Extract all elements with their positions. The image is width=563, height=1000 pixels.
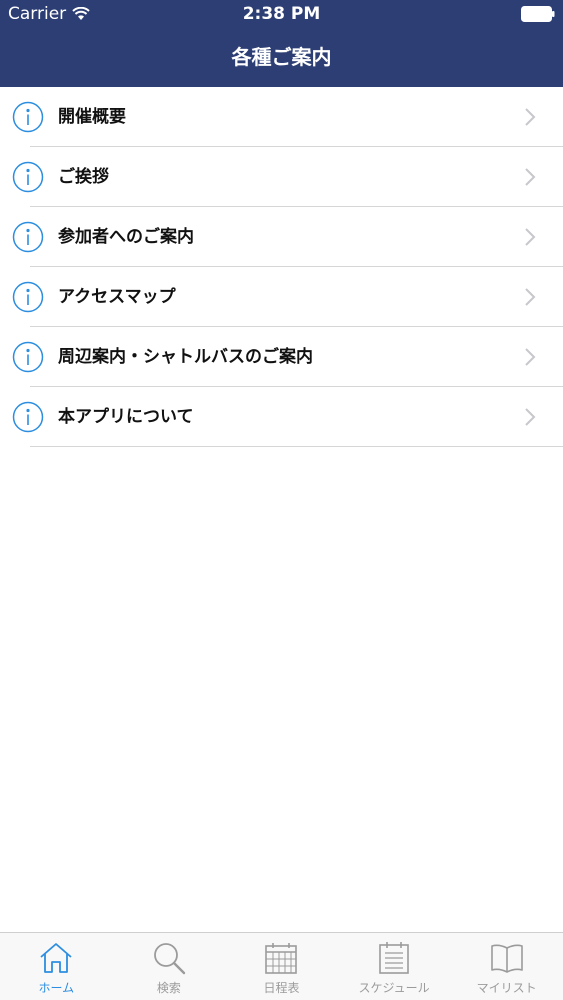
tab-label: マイリスト [476,981,537,995]
status-time: 2:38 PM [242,4,321,24]
chevron-right-icon [525,108,536,126]
schedule-icon [379,942,409,974]
chevron-right-icon [525,348,536,366]
info-icon [12,281,44,313]
menu-item-label: ご挨拶 [58,167,109,187]
chevron-right-icon [525,168,536,186]
chevron-right-icon [525,288,536,306]
chevron-right-icon [525,228,536,246]
info-icon [12,341,44,373]
tab-schedule[interactable]: スケジュール [338,933,451,1000]
tab-label: 日程表 [263,981,300,995]
tab-label: ホーム [38,981,75,995]
app-header: Carrier 2:38 PM 各種ご案内 [0,0,563,87]
search-icon [153,943,186,975]
info-menu-list: 開催概要 ご挨拶 参加者へのご案内 アクセスマップ 周辺案内・シャトルバスのご案… [0,87,563,447]
book-icon [490,944,523,973]
status-bar: Carrier 2:38 PM [0,0,563,30]
menu-item-label: 開催概要 [58,107,126,127]
home-icon [40,943,72,973]
calendar-icon [265,943,298,974]
menu-item-greeting[interactable]: ご挨拶 [0,147,563,207]
menu-item-overview[interactable]: 開催概要 [0,87,563,147]
menu-item-label: アクセスマップ [58,287,176,307]
row-separator [30,446,563,447]
menu-item-participant-info[interactable]: 参加者へのご案内 [0,207,563,267]
menu-item-surroundings-shuttle[interactable]: 周辺案内・シャトルバスのご案内 [0,327,563,387]
menu-item-access-map[interactable]: アクセスマップ [0,267,563,327]
tab-label: 検索 [156,981,181,995]
tab-mylist[interactable]: マイリスト [450,933,563,1000]
tab-home[interactable]: ホーム [0,933,113,1000]
page-title: 各種ご案内 [231,45,332,69]
info-icon [12,401,44,433]
menu-item-label: 参加者へのご案内 [58,227,194,247]
info-icon [12,221,44,253]
menu-item-label: 本アプリについて [58,407,194,427]
tab-bar: ホーム 検索 日程表 スケジュール マイリスト [0,932,563,1000]
battery-icon [521,6,555,22]
chevron-right-icon [525,408,536,426]
info-icon [12,161,44,193]
info-icon [12,101,44,133]
tab-timetable[interactable]: 日程表 [225,933,338,1000]
tab-search[interactable]: 検索 [113,933,226,1000]
menu-item-about-app[interactable]: 本アプリについて [0,387,563,447]
tab-label: スケジュール [358,981,430,995]
menu-item-label: 周辺案内・シャトルバスのご案内 [58,347,313,367]
